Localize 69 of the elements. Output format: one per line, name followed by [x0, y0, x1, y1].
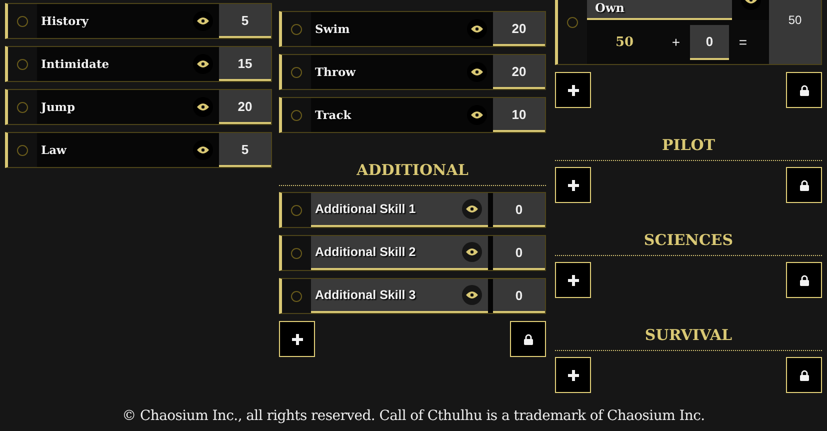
section-heading: PILOT	[555, 115, 822, 161]
skill-name: Jump	[41, 100, 76, 114]
radio-button[interactable]	[291, 110, 302, 120]
eye-icon[interactable]	[197, 103, 209, 111]
eye-icon[interactable]	[471, 68, 483, 76]
skill-value[interactable]: 0	[493, 236, 545, 270]
add-button[interactable]	[555, 262, 591, 298]
equals-sign: =	[738, 34, 748, 50]
specialty-field[interactable]: Own	[587, 0, 732, 20]
skill-name: History	[41, 14, 88, 28]
lock-icon	[524, 334, 532, 344]
eye-icon[interactable]	[466, 248, 478, 256]
skill-name: Swim	[315, 22, 350, 36]
add-button[interactable]	[555, 72, 591, 108]
radio-button[interactable]	[17, 102, 28, 112]
lock-icon	[800, 370, 808, 380]
section-heading: SURVIVAL	[555, 305, 822, 351]
plus-icon	[568, 370, 578, 380]
skill-value[interactable]: 20	[493, 55, 545, 89]
radio-button[interactable]	[291, 66, 302, 78]
radio-button[interactable]	[291, 248, 302, 258]
plus-sign: +	[670, 34, 682, 50]
lock-icon	[800, 84, 808, 96]
lock-button[interactable]	[510, 321, 546, 357]
lock-button[interactable]	[786, 72, 822, 108]
lock-button[interactable]	[786, 262, 822, 298]
radio-button[interactable]	[291, 204, 302, 216]
skill-value[interactable]: 50	[769, 0, 821, 64]
radio-button[interactable]	[17, 16, 28, 26]
skill-name: Law	[41, 143, 66, 157]
add-button[interactable]	[555, 357, 591, 393]
radio-button[interactable]	[567, 16, 578, 28]
lock-icon	[800, 274, 808, 286]
lock-button[interactable]	[786, 167, 822, 203]
skill-value[interactable]: 20	[219, 90, 271, 124]
base-value: 50	[614, 34, 635, 50]
skill-value[interactable]: 20	[493, 12, 545, 46]
eye-icon[interactable]	[466, 291, 478, 299]
radio-button[interactable]	[291, 290, 302, 302]
eye-icon[interactable]	[471, 111, 483, 119]
add-button[interactable]	[279, 321, 315, 357]
skill-name: Track	[315, 108, 352, 122]
radio-button[interactable]	[291, 24, 302, 34]
skill-value[interactable]: 15	[219, 47, 271, 81]
lock-button[interactable]	[786, 357, 822, 393]
skill-value[interactable]: 5	[219, 4, 271, 38]
plus-icon	[292, 334, 302, 344]
section-heading: ADDITIONAL	[279, 140, 546, 186]
eye-icon[interactable]	[197, 60, 209, 68]
radio-button[interactable]	[17, 144, 28, 156]
skill-name: Throw	[315, 65, 356, 79]
lock-icon	[800, 180, 808, 190]
eye-icon[interactable]	[197, 17, 209, 25]
radio-button[interactable]	[17, 58, 28, 70]
bonus-field[interactable]: 0	[690, 24, 729, 60]
eye-icon[interactable]	[471, 25, 483, 33]
copyright-text: © Chaosium Inc., all rights reserved. Call of Cthulhu is a trademark of Chaosium Inc.	[122, 408, 705, 424]
add-button[interactable]	[555, 167, 591, 203]
section-heading: SCIENCES	[555, 210, 822, 256]
eye-icon[interactable]	[466, 205, 478, 213]
plus-icon	[568, 180, 578, 190]
skill-name: Intimidate	[41, 57, 110, 71]
plus-icon	[568, 84, 578, 96]
skill-value[interactable]: 5	[219, 133, 271, 167]
plus-icon	[568, 274, 578, 286]
eye-icon[interactable]	[197, 146, 209, 154]
skill-value[interactable]: 0	[493, 193, 545, 227]
skill-value[interactable]: 0	[493, 279, 545, 313]
skill-value[interactable]: 10	[493, 98, 545, 132]
